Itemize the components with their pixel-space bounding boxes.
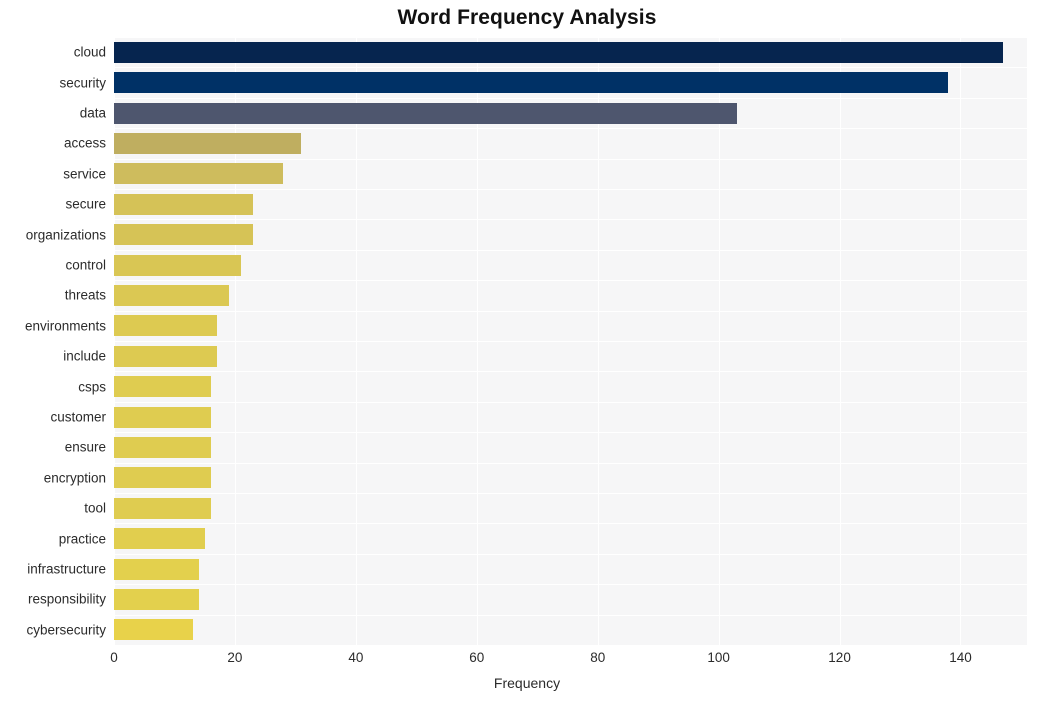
gridline-horizontal xyxy=(114,128,1027,129)
chart-figure: Word Frequency Analysis cloud security dat… xyxy=(0,0,1054,701)
y-tick-label-threats: threats xyxy=(64,287,106,303)
x-tick-label-60: 60 xyxy=(469,650,485,665)
gridline-horizontal xyxy=(114,493,1027,494)
gridline-horizontal xyxy=(114,67,1027,68)
y-tick-label-tool: tool xyxy=(84,500,106,516)
chart-title: Word Frequency Analysis xyxy=(397,6,657,29)
y-tick-label-access: access xyxy=(63,135,106,151)
x-tick-label-100: 100 xyxy=(707,650,730,665)
x-axis-label: Frequency xyxy=(493,675,561,691)
bar-tool xyxy=(114,497,211,519)
y-tick-label-cloud: cloud xyxy=(73,44,106,60)
gridline-horizontal xyxy=(114,523,1027,524)
x-tick-label-120: 120 xyxy=(828,650,851,665)
gridline-horizontal xyxy=(114,615,1027,616)
x-axis-tick-labels: 0 20 40 60 80 100 120 140 xyxy=(0,650,1054,670)
bar-security xyxy=(114,72,949,94)
plot-area xyxy=(114,37,1027,645)
y-tick-label-security: security xyxy=(59,75,106,91)
gridline-horizontal xyxy=(114,159,1027,160)
bar-environments xyxy=(114,315,217,337)
x-tick-label-80: 80 xyxy=(590,650,606,665)
gridline-horizontal xyxy=(114,584,1027,585)
gridline-horizontal xyxy=(114,554,1027,555)
y-tick-label-environments: environments xyxy=(24,318,106,334)
y-tick-label-organizations: organizations xyxy=(25,227,106,243)
bar-responsibility xyxy=(114,588,199,610)
gridline-horizontal xyxy=(114,280,1027,281)
gridline-horizontal xyxy=(114,341,1027,342)
bar-threats xyxy=(114,284,229,306)
y-tick-label-ensure: ensure xyxy=(64,439,106,455)
bar-cybersecurity xyxy=(114,619,193,641)
bar-include xyxy=(114,345,217,367)
bar-control xyxy=(114,254,241,276)
y-tick-label-service: service xyxy=(63,166,106,182)
bar-encryption xyxy=(114,467,211,489)
gridline-horizontal xyxy=(114,371,1027,372)
y-axis-tick-labels: cloud security data access service secure orga… xyxy=(0,37,106,645)
bar-customer xyxy=(114,406,211,428)
y-tick-label-csps: csps xyxy=(78,379,106,395)
gridline-horizontal xyxy=(114,402,1027,403)
gridline-horizontal xyxy=(114,189,1027,190)
bar-access xyxy=(114,132,302,154)
x-tick-label-40: 40 xyxy=(348,650,364,665)
bar-practice xyxy=(114,528,205,550)
bar-csps xyxy=(114,376,211,398)
gridline-horizontal xyxy=(114,432,1027,433)
y-tick-label-secure: secure xyxy=(65,196,106,212)
bar-service xyxy=(114,163,284,185)
gridline-horizontal xyxy=(114,219,1027,220)
y-tick-label-include: include xyxy=(63,348,106,364)
gridline-horizontal xyxy=(114,463,1027,464)
bar-ensure xyxy=(114,436,211,458)
gridline-horizontal xyxy=(114,98,1027,99)
y-tick-label-practice: practice xyxy=(58,531,106,547)
gridline-horizontal xyxy=(114,250,1027,251)
x-tick-label-140: 140 xyxy=(949,650,972,665)
y-tick-label-control: control xyxy=(65,257,106,273)
y-tick-label-responsibility: responsibility xyxy=(27,591,106,607)
bar-secure xyxy=(114,193,254,215)
x-tick-label-0: 0 xyxy=(110,650,118,665)
y-tick-label-cybersecurity: cybersecurity xyxy=(26,622,106,638)
bar-data xyxy=(114,102,737,124)
gridline-horizontal xyxy=(114,311,1027,312)
y-tick-label-encryption: encryption xyxy=(43,470,106,486)
bar-cloud xyxy=(114,41,1003,63)
y-tick-label-data: data xyxy=(79,105,106,121)
x-tick-label-20: 20 xyxy=(227,650,243,665)
y-tick-label-customer: customer xyxy=(50,409,106,425)
bar-organizations xyxy=(114,224,254,246)
bar-infrastructure xyxy=(114,558,199,580)
y-tick-label-infrastructure: infrastructure xyxy=(27,561,106,577)
gridline-horizontal xyxy=(114,37,1027,38)
